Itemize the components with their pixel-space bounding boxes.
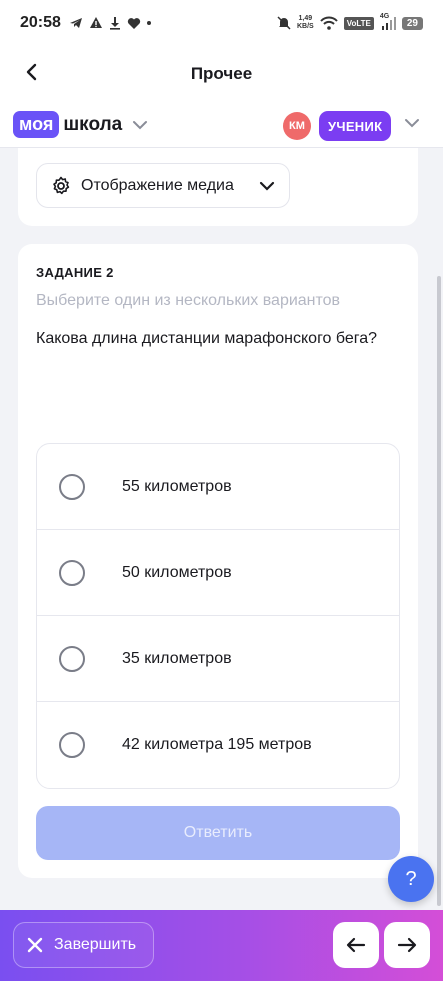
- status-time: 20:58: [20, 14, 61, 31]
- finish-button[interactable]: Завершить: [13, 922, 154, 968]
- dot-icon: [146, 21, 151, 25]
- download-icon: [109, 17, 120, 30]
- mute-icon: [277, 16, 291, 30]
- radio-button[interactable]: [59, 559, 85, 586]
- top-bar: Прочее: [0, 46, 443, 102]
- gear-icon: [53, 176, 70, 194]
- scrollbar[interactable]: [437, 276, 441, 906]
- help-label: ?: [405, 867, 417, 890]
- arrow-left-icon: [346, 937, 366, 953]
- status-right: 1,49 KB/S VoLTE 4G 29: [277, 13, 423, 31]
- radio-button[interactable]: [59, 645, 85, 672]
- answer-option-label: 35 километров: [122, 649, 232, 667]
- battery-indicator: 29: [401, 16, 423, 30]
- back-button[interactable]: [20, 60, 44, 84]
- media-card: Отображение медиа: [18, 148, 418, 226]
- task-card: ЗАДАНИЕ 2 Выберите один из нескольких ва…: [18, 244, 418, 878]
- radio-button[interactable]: [59, 473, 85, 500]
- answer-option-label: 50 километров: [122, 563, 232, 581]
- signal-icon: 4G: [380, 13, 396, 30]
- bottom-bar: Завершить: [0, 910, 443, 981]
- heart-icon: [127, 17, 141, 29]
- previous-task-button[interactable]: [333, 922, 379, 968]
- telegram-icon: [69, 18, 82, 28]
- media-display-button[interactable]: Отображение медиа: [36, 163, 290, 208]
- submit-answer-button[interactable]: Ответить: [36, 806, 400, 860]
- answer-option[interactable]: 35 километров: [37, 616, 399, 702]
- arrow-right-icon: [397, 937, 417, 953]
- answer-option[interactable]: 55 километров: [37, 444, 399, 530]
- school-header: моя школа КМ УЧЕНИК: [0, 102, 443, 148]
- logo-part2: школа: [63, 113, 123, 135]
- chevron-down-icon[interactable]: [404, 118, 420, 128]
- help-button[interactable]: ?: [388, 856, 434, 902]
- next-task-button[interactable]: [384, 922, 430, 968]
- task-number: ЗАДАНИЕ 2: [36, 265, 114, 280]
- warning-icon: [89, 17, 102, 28]
- net-speed-value: 1,49: [298, 15, 313, 22]
- close-icon: [27, 937, 43, 953]
- finish-label: Завершить: [54, 936, 137, 953]
- wifi-icon: [319, 16, 338, 30]
- media-display-label: Отображение медиа: [81, 176, 234, 194]
- school-logo[interactable]: моя школа: [13, 111, 148, 138]
- logo-part1: моя: [13, 111, 60, 138]
- answer-options: 55 километров 50 километров 35 километро…: [36, 443, 400, 789]
- status-bar: 20:58 1,49 KB/S VoLTE 4G 29: [0, 0, 443, 46]
- notification-icons: [69, 16, 151, 30]
- answer-option-label: 42 километра 195 метров: [122, 736, 312, 753]
- answer-option[interactable]: 42 километра 195 метров: [37, 702, 399, 788]
- role-badge[interactable]: УЧЕНИК: [319, 111, 392, 141]
- task-hint: Выберите один из нескольких вариантов: [36, 292, 341, 309]
- page-title: Прочее: [190, 64, 253, 83]
- chevron-down-icon: [133, 120, 148, 129]
- volte-badge: VoLTE: [343, 16, 374, 30]
- avatar[interactable]: КМ: [283, 112, 311, 140]
- chevron-down-icon: [259, 181, 275, 191]
- answer-option[interactable]: 50 километров: [37, 530, 399, 616]
- net-speed-unit: KB/S: [296, 23, 314, 30]
- task-question: Какова длина дистанции марафонского бега…: [36, 330, 378, 347]
- radio-button[interactable]: [59, 732, 85, 758]
- chevron-left-icon: [26, 63, 37, 81]
- answer-option-label: 55 километров: [122, 477, 232, 495]
- net-speed: 1,49 KB/S: [297, 15, 314, 31]
